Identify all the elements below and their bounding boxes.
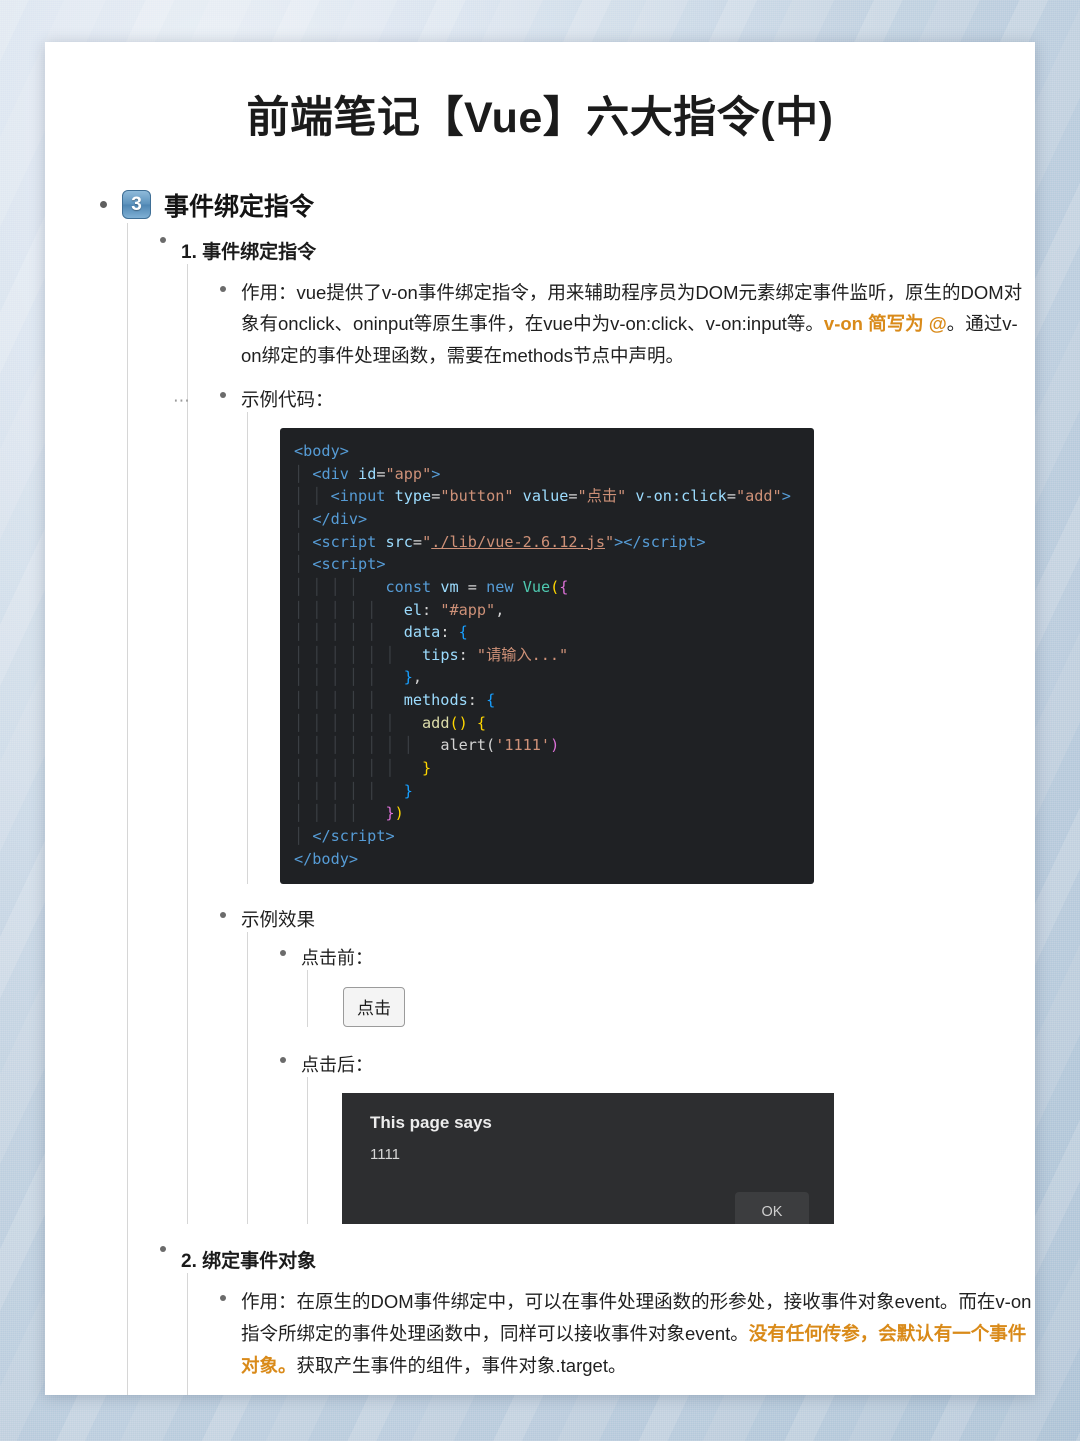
- number-badge-3-icon: 3: [122, 190, 151, 220]
- bullet-dot-icon: [220, 912, 226, 919]
- effect-label-row: 示例效果: [220, 906, 1035, 932]
- after-click-row: 点击后：: [280, 1051, 1035, 1077]
- before-click-row: 点击前：: [280, 944, 1035, 970]
- effect-label: 示例效果: [241, 909, 316, 931]
- code-label-row: ⋯ 示例代码：: [173, 386, 1035, 412]
- after-click-label: 点击后：: [301, 1055, 373, 1076]
- indent-guide-line: [127, 222, 128, 1225]
- purpose-paragraph: 作用：vue提供了v-on事件绑定指令，用来辅助程序员为DOM元素绑定事件监听，…: [241, 277, 1035, 372]
- bullet-dot-icon: [220, 1295, 226, 1302]
- subsection-1-heading-row: 1. 事件绑定指令: [160, 236, 1035, 264]
- purpose-highlight: v-on 简写为 @: [823, 313, 947, 335]
- bullet-dot-icon: [160, 1246, 166, 1253]
- effect-body: 点击前： 点击 点击后： This page says 1111 OK: [247, 932, 1035, 1225]
- indent-guide-line: [187, 1273, 188, 1395]
- subsection-2-label: 2. 绑定事件对象: [181, 1251, 317, 1273]
- subsection-1: 1. 事件绑定指令 作用：vue提供了v-on事件绑定指令，用来辅助程序员为DO…: [127, 222, 1035, 1225]
- code-label: 示例代码：: [241, 389, 334, 411]
- demo-click-button[interactable]: 点击: [343, 987, 405, 1028]
- after-click-demo: This page says 1111 OK: [307, 1077, 1035, 1225]
- page-title: 前端笔记【Vue】六大指令(中): [246, 94, 834, 142]
- subsection-2: 2. 绑定事件对象 作用：在原生的DOM事件绑定中，可以在事件处理函数的形参处，…: [127, 1224, 1035, 1395]
- indent-guide-line: [247, 412, 248, 885]
- before-click-demo: 点击: [307, 970, 1035, 1028]
- alert-title: This page says: [370, 1113, 492, 1133]
- purpose-paragraph-2: 作用：在原生的DOM事件绑定中，可以在事件处理函数的形参处，接收事件对象even…: [241, 1286, 1035, 1381]
- indent-guide-line: [127, 1224, 128, 1395]
- bullet-dot-icon: [280, 1057, 286, 1064]
- indent-guide-line: [247, 932, 248, 1225]
- subsection-2-body: 作用：在原生的DOM事件绑定中，可以在事件处理函数的形参处，接收事件对象even…: [187, 1273, 1035, 1395]
- bullet-dot-icon: [220, 285, 226, 292]
- browser-alert-dialog: This page says 1111 OK: [342, 1093, 834, 1225]
- subsection-1-label: 1. 事件绑定指令: [181, 241, 317, 263]
- alert-message: 1111: [370, 1146, 401, 1164]
- section-heading-label: 事件绑定指令: [164, 192, 315, 221]
- code-block-vue-example[interactable]: <body> │ <div id="app"> │ │ <input type=…: [280, 428, 814, 885]
- bullet-dot-icon: [160, 236, 166, 243]
- indent-guide-line: [307, 1077, 308, 1225]
- purpose-row: 作用：vue提供了v-on事件绑定指令，用来辅助程序员为DOM元素绑定事件监听，…: [220, 277, 1035, 372]
- indent-guide-line: [307, 970, 308, 1028]
- purpose2-text-part2: 获取产生事件的组件，事件对象.target。: [296, 1354, 627, 1376]
- note-page: 前端笔记【Vue】六大指令(中) 3 事件绑定指令 1. 事件绑定指令 作用：v…: [45, 42, 1035, 1395]
- subsection-2-heading-row: 2. 绑定事件对象: [160, 1246, 1035, 1273]
- bullet-dot-icon: [220, 392, 226, 399]
- bullet-dot-icon: [100, 201, 107, 209]
- bullet-dot-icon: [280, 950, 286, 957]
- section-event-binding: 3 事件绑定指令 1. 事件绑定指令 作用：vue提供了v-on事件绑定指令，用…: [100, 187, 1035, 1395]
- gutter-ellipsis-icon[interactable]: ⋯: [173, 392, 193, 409]
- code-block-container: <body> │ <div id="app"> │ │ <input type=…: [247, 412, 1035, 885]
- alert-ok-button[interactable]: OK: [735, 1192, 809, 1225]
- section-heading-row: 3 事件绑定指令: [100, 187, 1035, 223]
- before-click-label: 点击前：: [301, 948, 373, 969]
- subsection-1-body: 作用：vue提供了v-on事件绑定指令，用来辅助程序员为DOM元素绑定事件监听，…: [173, 263, 1035, 1225]
- purpose-row-2: 作用：在原生的DOM事件绑定中，可以在事件处理函数的形参处，接收事件对象even…: [220, 1286, 1035, 1381]
